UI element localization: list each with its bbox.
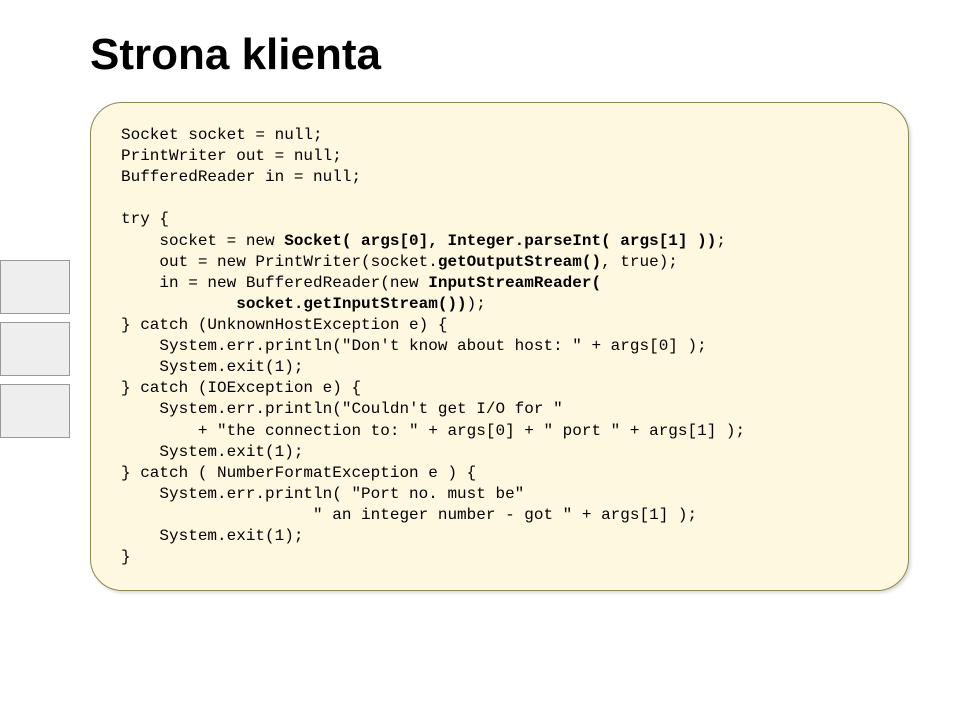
- sidebar-block: [0, 260, 70, 314]
- slide-title: Strona klienta: [90, 30, 909, 80]
- sidebar-block: [0, 322, 70, 376]
- slide-content: Strona klienta Socket socket = null; Pri…: [0, 0, 959, 591]
- sidebar-block: [0, 384, 70, 438]
- code-text: Socket socket = null; PrintWriter out = …: [121, 125, 878, 568]
- code-block: Socket socket = null; PrintWriter out = …: [90, 102, 909, 591]
- sidebar-decoration: [0, 260, 70, 438]
